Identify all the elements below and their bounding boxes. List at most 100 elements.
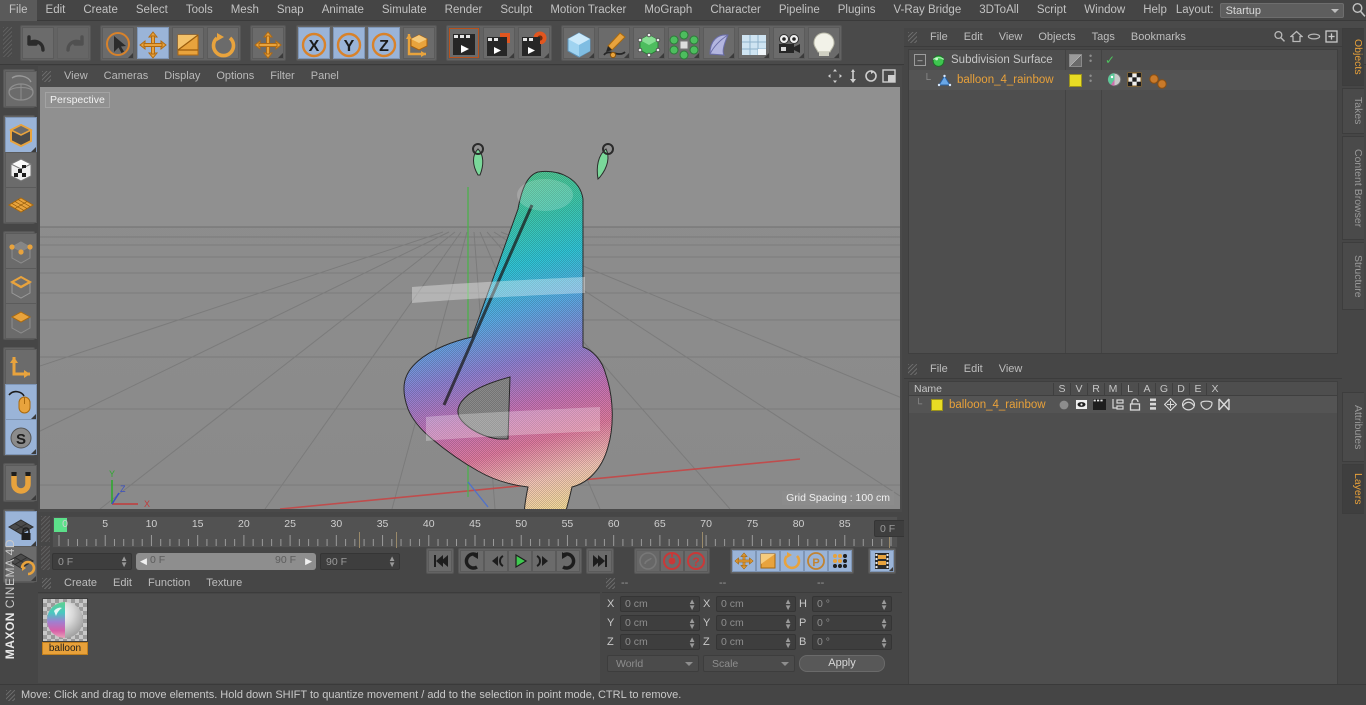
object-manager-drag-handle[interactable] [908,31,917,43]
spinner-icon[interactable]: ▲▼ [784,636,792,650]
visibility-dots-icon[interactable]: • • [1089,72,1092,86]
tab-content-browser[interactable]: Content Browser [1342,136,1364,240]
layer-col-l[interactable]: L [1121,382,1138,395]
material-menu-texture[interactable]: Texture [198,574,250,593]
expander-minus-icon[interactable]: – [914,54,926,66]
record-active-objects-button[interactable] [660,550,684,572]
rotate-camera-icon[interactable] [864,69,878,86]
material-list[interactable]: balloon [38,594,600,683]
menu-item-mograph[interactable]: MoGraph [635,0,701,21]
material-manager-drag-handle[interactable] [42,577,51,589]
viewport-menu-panel[interactable]: Panel [303,66,347,86]
material-menu-edit[interactable]: Edit [105,574,140,593]
viewport-menu-options[interactable]: Options [208,66,262,86]
visibility-dots-icon[interactable]: • • [1089,52,1092,66]
solo-dot-icon[interactable] [1059,400,1069,413]
spinner-icon[interactable]: ▲▼ [120,554,128,568]
rot-p-input[interactable]: 0 ° ▲ ▼ [812,615,892,631]
layout-dropdown[interactable]: Startup [1219,2,1344,18]
spinner-icon[interactable]: ▲▼ [784,598,792,612]
global-search-icon[interactable] [1350,1,1366,19]
material-menu-create[interactable]: Create [56,574,105,593]
subdivision-visibility-swatch[interactable] [1069,54,1082,67]
soft-selection-button[interactable]: S [5,419,37,455]
lock-open-icon[interactable] [1129,398,1141,414]
go-to-end-button[interactable] [588,550,612,572]
size-y-input[interactable]: 0 cm ▲ ▼ [716,615,796,631]
range-left-arrow-icon[interactable]: ◀ [140,556,147,567]
layer-col-a[interactable]: A [1138,382,1155,395]
pos-x-input[interactable]: 0 cm ▲ ▼ [620,596,700,612]
eye-icon[interactable] [1307,30,1321,46]
tab-objects[interactable]: Objects [1342,28,1364,86]
viewport-menu-view[interactable]: View [56,66,96,86]
status-drag-handle[interactable] [6,689,15,701]
render-to-picture-viewer-button[interactable] [482,27,515,59]
layer-row-balloon-4-rainbow[interactable]: └ balloon_4_rainbow [909,396,1337,413]
go-to-start-button[interactable] [428,550,452,572]
play-backward-loop-button[interactable] [460,550,484,572]
points-mode-button[interactable] [5,233,37,269]
key-rotation-button[interactable] [780,550,804,572]
object-name-subdivision-surface[interactable]: Subdivision Surface [951,54,1053,66]
tab-layers[interactable]: Layers [1342,464,1364,514]
viewport-menu-display[interactable]: Display [156,66,208,86]
viewport-drag-handle[interactable] [42,70,51,82]
menu-item-help[interactable]: Help [1134,0,1176,21]
environment-button[interactable] [738,27,771,59]
key-position-button[interactable] [732,550,756,572]
maximize-view-icon[interactable] [882,69,896,86]
lm-menu-view[interactable]: View [991,360,1031,379]
lm-menu-edit[interactable]: Edit [956,360,991,379]
enable-viewport-tweak-button[interactable] [5,384,37,420]
layer-col-x[interactable]: X [1206,382,1223,395]
om-menu-file[interactable]: File [922,28,956,47]
material-tag-icon[interactable] [1107,72,1122,87]
menu-item-snap[interactable]: Snap [268,0,313,21]
layer-col-name[interactable]: Name [909,383,1053,395]
render-settings-button[interactable] [517,27,550,59]
tab-attributes[interactable]: Attributes [1342,392,1364,462]
menu-item-file[interactable]: File [0,0,37,21]
zoom-dolly-icon[interactable] [846,69,860,86]
material-item-balloon[interactable]: balloon [42,598,88,655]
spinner-icon[interactable]: ▲▼ [688,598,696,612]
xref-icon[interactable] [1218,398,1230,414]
spinner-icon[interactable]: ▲▼ [688,636,696,650]
spinner-icon[interactable]: ▲▼ [880,598,888,612]
range-right-arrow-icon[interactable]: ▶ [305,556,312,567]
timeline-ruler[interactable]: 051015202530354045505560657075808590 [52,516,898,548]
object-manager-tree[interactable]: – Subdivision Surface • • ✓ └ balloon_4_r… [908,49,1338,354]
enabled-check-icon[interactable]: ✓ [1105,53,1115,67]
material-name-label[interactable]: balloon [42,642,88,655]
array-button[interactable] [668,27,701,60]
light-button[interactable] [808,27,841,59]
home-icon[interactable] [1289,30,1304,46]
menu-item-window[interactable]: Window [1075,0,1134,21]
menu-item-create[interactable]: Create [74,0,127,21]
play-forward-button[interactable] [508,550,532,572]
layer-col-s[interactable]: S [1053,382,1070,395]
layer-col-g[interactable]: G [1155,382,1172,395]
toolbar-drag-handle[interactable] [3,27,12,57]
apply-button[interactable]: Apply [799,655,885,672]
preview-range-slider[interactable]: ◀ 0 F 90 F ▶ [136,552,316,570]
edges-mode-button[interactable] [5,268,37,304]
om-menu-objects[interactable]: Objects [1030,28,1083,47]
menu-item-script[interactable]: Script [1028,0,1075,21]
rot-h-input[interactable]: 0 ° ▲ ▼ [812,596,892,612]
menu-item-character[interactable]: Character [701,0,770,21]
spinner-icon[interactable]: ▲▼ [388,554,396,568]
texture-mode-button[interactable] [5,152,37,188]
menu-item-render[interactable]: Render [436,0,492,21]
menu-item-animate[interactable]: Animate [313,0,373,21]
menu-item-mesh[interactable]: Mesh [222,0,268,21]
key-scale-button[interactable] [756,550,780,572]
layer-name-label[interactable]: balloon_4_rainbow [949,399,1046,411]
timeline-drag-handle[interactable] [41,516,50,542]
object-row-balloon-4-rainbow[interactable]: └ balloon_4_rainbow • • [909,70,1337,90]
om-menu-view[interactable]: View [991,28,1031,47]
generators-icon[interactable] [1163,397,1178,414]
viewport-menu-filter[interactable]: Filter [262,66,302,86]
add-spline-button[interactable] [598,27,630,59]
